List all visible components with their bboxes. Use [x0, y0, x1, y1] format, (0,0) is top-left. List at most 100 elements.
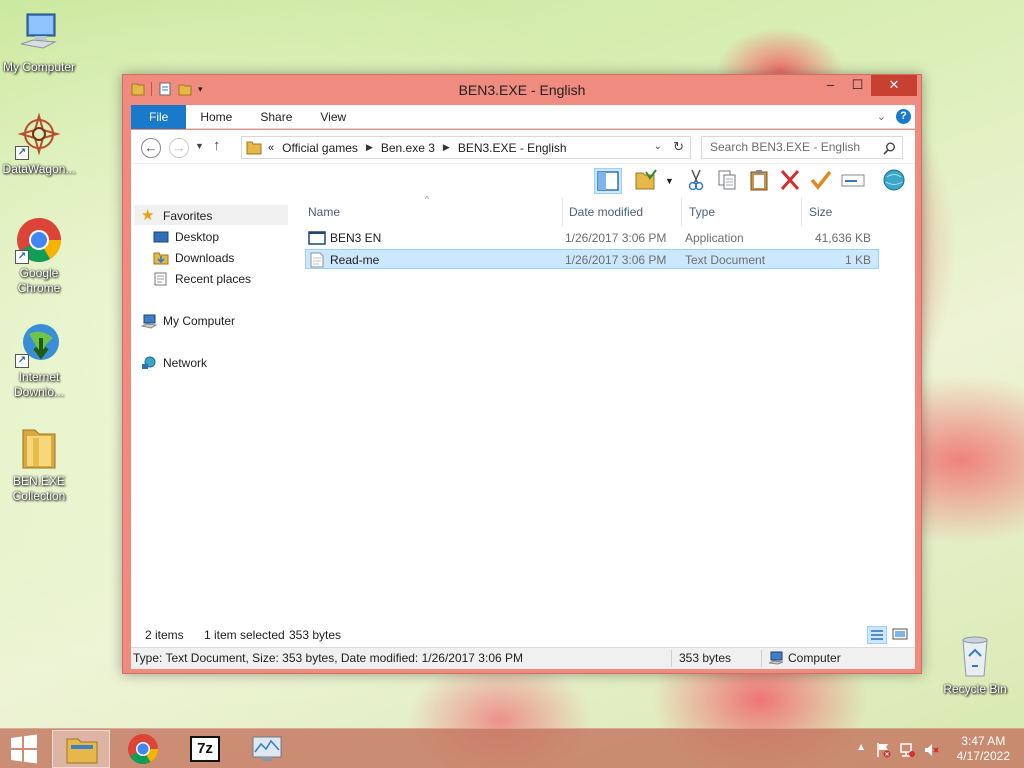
help-icon[interactable]: ? [896, 109, 911, 124]
datawagon-icon: ↗ [15, 112, 63, 160]
file-name-cell: Read-me [308, 250, 379, 270]
address-row: ← → ▼ ↑ « Official games ▶ Ben.exe 3 ▶ B… [131, 130, 915, 164]
properties-button[interactable] [808, 168, 836, 194]
breadcrumb-ben3-english[interactable]: BEN3.EXE - English [458, 141, 567, 155]
show-hidden-icons-button[interactable]: ▲ [856, 742, 866, 753]
monitor-icon [252, 736, 282, 761]
file-name: Read-me [330, 253, 380, 267]
scissors-icon [688, 169, 704, 191]
column-header-size[interactable]: Size [802, 198, 882, 226]
volume-muted-icon[interactable] [923, 742, 939, 758]
tab-file[interactable]: File [131, 104, 187, 129]
minimize-button[interactable]: – [817, 75, 844, 96]
status-size: 353 bytes [679, 651, 732, 665]
delete-icon [780, 170, 800, 190]
desktop-icon-my-computer[interactable]: My Computer [0, 10, 78, 75]
rename-button[interactable] [840, 168, 868, 194]
search-input[interactable]: Search BEN3.EXE - English [701, 136, 903, 159]
taskbar-google-chrome[interactable] [114, 730, 172, 768]
preview-pane-icon [597, 171, 619, 191]
breadcrumb-separator-icon[interactable]: ▶ [443, 142, 450, 153]
ribbon-expand-icon[interactable]: ⌄ [877, 110, 886, 123]
star-icon: ★ [141, 207, 155, 224]
status-location: Computer [788, 651, 841, 665]
start-button[interactable] [0, 729, 48, 768]
details-view-icon [871, 630, 883, 640]
item-count: 2 items [145, 628, 184, 642]
address-bar[interactable]: « Official games ▶ Ben.exe 3 ▶ BEN3.EXE … [241, 136, 691, 159]
back-button[interactable]: ← [141, 138, 161, 158]
address-overflow[interactable]: « [268, 142, 274, 154]
desktop-icon-label: My Computer [2, 60, 76, 74]
text-document-icon [310, 252, 324, 268]
rename-icon [841, 174, 865, 187]
breadcrumb-separator-icon[interactable]: ▶ [366, 142, 373, 153]
desktop-icon-internet-download[interactable]: ↗ Internet Downlo... [0, 320, 78, 400]
up-button[interactable]: ↑ [213, 137, 221, 154]
delete-button[interactable] [777, 168, 805, 194]
clipboard-icon [750, 170, 768, 191]
file-row-ben3-en[interactable]: BEN3 EN 1/26/2017 3:06 PM Application 41… [305, 228, 879, 248]
nav-downloads[interactable]: Downloads [153, 248, 234, 268]
computer-icon [140, 313, 158, 329]
download-manager-icon: ↗ [15, 320, 63, 368]
nav-recent-places[interactable]: Recent places [153, 269, 251, 289]
cut-button[interactable] [683, 168, 711, 194]
search-icon[interactable] [883, 142, 896, 155]
details-view-button[interactable] [867, 626, 887, 644]
taskbar-file-explorer[interactable] [52, 730, 110, 768]
nav-my-computer-label: My Computer [163, 314, 236, 328]
forward-button[interactable]: → [169, 138, 189, 158]
taskbar-resource-monitor[interactable] [238, 730, 296, 768]
clock-date: 4/17/2022 [956, 749, 1010, 763]
window-title: BEN3.EXE - English [458, 82, 586, 98]
content-area: ★ Favorites Desktop Downloads Recent pla… [131, 195, 915, 623]
nav-favorites[interactable]: ★ Favorites [141, 206, 212, 226]
address-dropdown-icon[interactable]: ⌄ [654, 141, 662, 152]
chrome-icon: ↗ [15, 216, 63, 264]
globe-button[interactable] [881, 168, 909, 194]
nav-my-computer[interactable]: My Computer [140, 311, 236, 331]
network-status-icon[interactable] [899, 742, 915, 758]
nav-desktop[interactable]: Desktop [153, 227, 219, 247]
recent-places-icon [153, 271, 169, 287]
maximize-button[interactable]: ☐ [844, 75, 871, 96]
layout-button[interactable] [634, 168, 662, 194]
folder-options-icon [635, 169, 657, 190]
title-bar[interactable]: ▾ BEN3.EXE - English – ☐ ✕ [123, 75, 921, 105]
navigation-pane: ★ Favorites Desktop Downloads Recent pla… [131, 198, 291, 623]
tab-share[interactable]: Share [246, 105, 306, 129]
column-header-name[interactable]: Name [301, 198, 563, 226]
ribbon-tabs: File Home Share View ⌄ ? [131, 104, 915, 129]
large-icons-view-button[interactable] [891, 626, 911, 644]
paste-button[interactable] [746, 168, 774, 194]
tab-view[interactable]: View [306, 105, 360, 129]
taskbar-7zip[interactable]: 7z [176, 730, 234, 768]
file-row-read-me[interactable]: Read-me 1/26/2017 3:06 PM Text Document … [305, 249, 879, 269]
desktop-icon-label: Recycle Bin [943, 682, 1007, 696]
nav-network[interactable]: Network [141, 353, 207, 373]
status-divider [671, 650, 672, 667]
desktop-icon-google-chrome[interactable]: ↗ Google Chrome [0, 216, 78, 296]
downloads-icon [153, 250, 169, 266]
close-button[interactable]: ✕ [871, 75, 917, 96]
preview-pane-button[interactable] [594, 168, 622, 194]
breadcrumb-ben-exe-3[interactable]: Ben.exe 3 [381, 141, 435, 155]
globe-icon [883, 169, 905, 191]
desktop-icon-datawagon[interactable]: ↗ DataWagon... [0, 112, 78, 177]
action-center-flag-icon[interactable] [875, 742, 891, 758]
copy-button[interactable] [714, 168, 742, 194]
layout-dropdown-icon[interactable]: ▼ [665, 176, 674, 186]
refresh-icon[interactable]: ↻ [673, 139, 684, 155]
breadcrumb-official-games[interactable]: Official games [282, 141, 358, 155]
desktop-icon-recycle-bin[interactable]: Recycle Bin [936, 632, 1014, 697]
column-header-type[interactable]: Type [682, 198, 802, 226]
recent-locations-icon[interactable]: ▼ [195, 141, 204, 151]
tab-home[interactable]: Home [186, 105, 246, 129]
desktop-icon-label: DataWagon... [2, 162, 76, 176]
file-date: 1/26/2017 3:06 PM [565, 231, 667, 245]
desktop-icon-ben-exe-collection[interactable]: BEN.EXE Collection [0, 424, 78, 504]
column-header-date-modified[interactable]: Date modified [562, 198, 682, 226]
clock[interactable]: 3:47 AM 4/17/2022 [957, 734, 1010, 764]
selection-bytes: 353 bytes [289, 628, 342, 642]
